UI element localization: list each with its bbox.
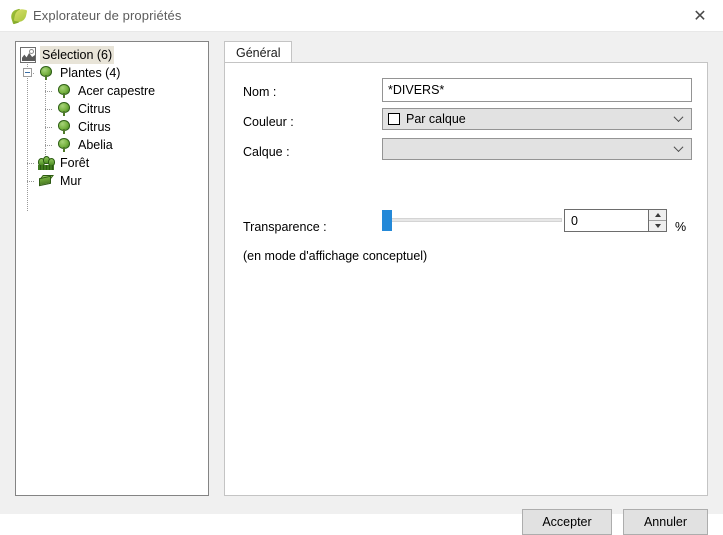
leaf-icon — [9, 7, 28, 25]
color-label: Couleur : — [243, 115, 294, 129]
selection-tree: Sélection (6) Plantes (4) Acer capestre — [16, 42, 208, 212]
transparency-label: Transparence : — [243, 220, 327, 234]
percent-unit-label: % — [675, 220, 687, 234]
selection-icon — [20, 47, 36, 63]
plant-icon — [56, 101, 72, 117]
transparency-slider[interactable] — [382, 210, 562, 231]
tree-node-label: Abelia — [78, 138, 113, 152]
transparency-spinner[interactable]: 0 — [564, 209, 667, 232]
chevron-down-icon — [675, 114, 684, 123]
title-bar: Explorateur de propriétés ✕ — [0, 0, 723, 32]
slider-track — [382, 218, 562, 222]
tree-node-label: Mur — [60, 174, 82, 188]
collapse-expander-icon[interactable] — [23, 68, 32, 77]
plant-icon — [56, 119, 72, 135]
plant-icon — [38, 65, 54, 81]
tree-node-label: Acer capestre — [78, 84, 156, 98]
chevron-down-icon — [675, 144, 684, 153]
tab-strip: Général — [224, 41, 708, 63]
close-icon: ✕ — [693, 5, 707, 25]
tree-node-plantes[interactable]: Plantes (4) — [16, 64, 208, 82]
properties-explorer-dialog: Explorateur de propriétés ✕ Sélection (6… — [0, 0, 723, 535]
cancel-button[interactable]: Annuler — [623, 509, 708, 535]
plant-icon — [56, 83, 72, 99]
name-input[interactable]: *DIVERS* — [382, 78, 692, 102]
close-button[interactable]: ✕ — [677, 0, 723, 31]
color-combobox[interactable]: Par calque — [382, 108, 692, 130]
tab-general[interactable]: Général — [224, 41, 293, 63]
tree-node-abelia[interactable]: Abelia — [16, 136, 208, 154]
tree-node-selection[interactable]: Sélection (6) — [16, 46, 208, 64]
layer-label: Calque : — [243, 145, 290, 159]
tree-node-citrus-2[interactable]: Citrus — [16, 118, 208, 136]
tree-node-acer-capestre[interactable]: Acer capestre — [16, 82, 208, 100]
tree-node-label: Forêt — [60, 156, 90, 170]
tree-node-mur[interactable]: Mur — [16, 172, 208, 190]
color-swatch-icon — [388, 113, 400, 125]
color-value: Par calque — [406, 112, 466, 126]
slider-thumb[interactable] — [382, 210, 392, 231]
tree-node-label: Citrus — [78, 102, 111, 116]
tree-node-label: Sélection (6) — [40, 46, 115, 64]
transparency-hint: (en mode d'affichage conceptuel) — [243, 249, 428, 263]
layer-combobox[interactable] — [382, 138, 692, 160]
transparency-value: 0 — [571, 213, 578, 228]
tree-node-label: Plantes (4) — [60, 66, 121, 80]
forest-icon — [38, 155, 55, 171]
tree-node-label: Citrus — [78, 120, 111, 134]
spinner-up-button[interactable] — [649, 210, 666, 221]
spinner-down-button[interactable] — [649, 221, 666, 231]
accept-button[interactable]: Accepter — [522, 509, 612, 535]
spinner-buttons — [648, 210, 666, 231]
plant-icon — [56, 137, 72, 153]
name-label: Nom : — [243, 85, 277, 99]
selection-tree-panel[interactable]: Sélection (6) Plantes (4) Acer capestre — [15, 41, 209, 496]
window-title: Explorateur de propriétés — [33, 8, 182, 23]
wall-icon — [38, 173, 54, 189]
dialog-body: Sélection (6) Plantes (4) Acer capestre — [0, 32, 723, 535]
tree-node-foret[interactable]: Forêt — [16, 154, 208, 172]
general-tab-page: Nom : *DIVERS* Couleur : Par calque Calq… — [224, 62, 708, 496]
tree-node-citrus-1[interactable]: Citrus — [16, 100, 208, 118]
